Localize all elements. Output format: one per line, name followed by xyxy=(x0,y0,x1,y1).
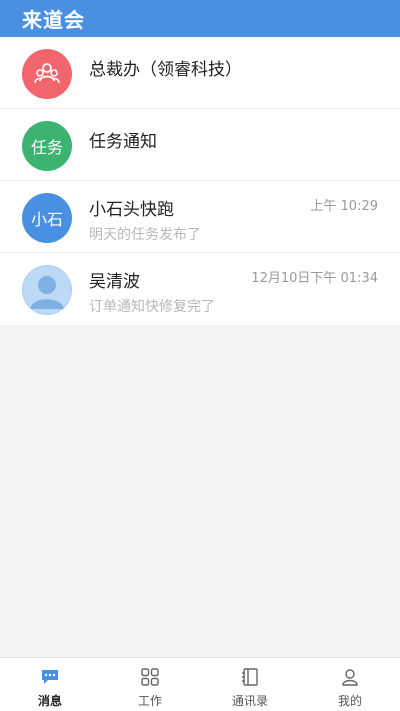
avatar-text: 小石 xyxy=(30,210,63,229)
conversation-name: 小石头快跑 xyxy=(89,200,174,220)
tab-messages[interactable]: 消息 xyxy=(0,658,100,711)
contact-avatar: 小石 xyxy=(22,193,72,243)
message-list: 总裁办（领睿科技） 任务 任务通知 小石 小石头快跑 上午 10:29 明天的任… xyxy=(0,37,400,325)
conversation-name: 总裁办（领睿科技） xyxy=(89,60,242,80)
task-avatar: 任务 xyxy=(22,121,72,171)
message-time: 12月10日下午 01:34 xyxy=(251,271,378,286)
tab-label: 通讯录 xyxy=(231,694,268,708)
app-title: 来道会 xyxy=(22,8,85,32)
message-preview: 明天的任务发布了 xyxy=(89,227,201,243)
avatar-text: 任务 xyxy=(30,138,63,157)
chat-bubble-icon xyxy=(39,666,61,688)
contacts-book-icon xyxy=(239,666,261,688)
conversation-name: 吴清波 xyxy=(89,272,140,292)
conversation-name: 任务通知 xyxy=(89,132,157,152)
tab-me[interactable]: 我的 xyxy=(300,658,400,711)
person-icon xyxy=(339,666,361,688)
group-avatar xyxy=(22,49,72,99)
message-time: 上午 10:29 xyxy=(310,199,378,214)
conversation-item[interactable]: 总裁办（领睿科技） xyxy=(0,37,400,109)
group-icon xyxy=(34,63,60,84)
app-header: 来道会 xyxy=(0,0,400,37)
message-preview: 订单通知快修复完了 xyxy=(89,299,215,315)
tab-work[interactable]: 工作 xyxy=(100,658,200,711)
conversation-item[interactable]: 任务 任务通知 xyxy=(0,109,400,181)
conversation-item[interactable]: 小石 小石头快跑 上午 10:29 明天的任务发布了 xyxy=(0,181,400,253)
tab-label: 消息 xyxy=(37,694,62,708)
user-photo-icon xyxy=(23,266,71,314)
bottom-tab-bar: 消息 工作 通讯录 我的 xyxy=(0,657,400,711)
tab-label: 工作 xyxy=(137,694,162,708)
conversation-item[interactable]: 吴清波 12月10日下午 01:34 订单通知快修复完了 xyxy=(0,253,400,325)
tab-label: 我的 xyxy=(337,694,362,708)
grid-icon xyxy=(139,666,161,688)
contact-avatar xyxy=(22,265,72,315)
tab-contacts[interactable]: 通讯录 xyxy=(200,658,300,711)
